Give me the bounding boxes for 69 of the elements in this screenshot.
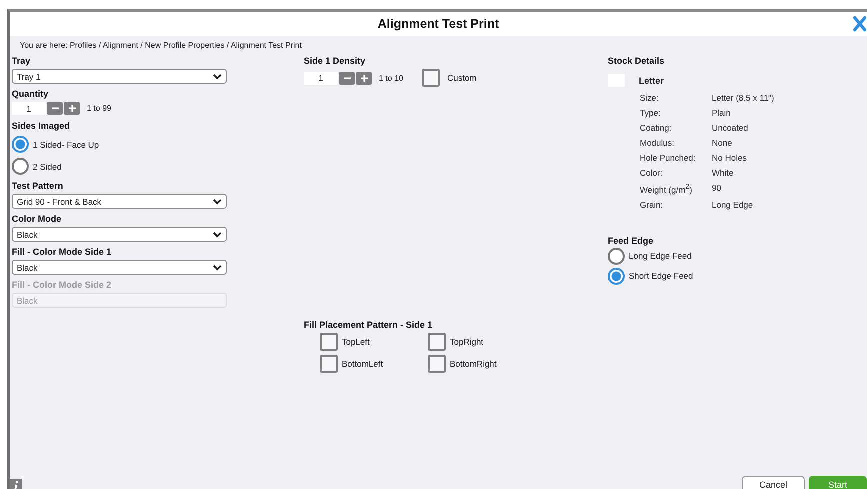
plus-button[interactable]: [64, 102, 80, 115]
detail-value: Letter (8.5 x 11"): [712, 93, 776, 103]
checkbox-label: BottomLeft: [342, 359, 384, 369]
checkbox-label: Custom: [447, 73, 477, 83]
chevron-icon: [213, 264, 222, 270]
cancel-button[interactable]: Cancel: [742, 476, 805, 489]
breadcrumb: You are here: Profiles / Alignment / New Profile Properties / Alignment Test Print: [20, 41, 303, 50]
checkbox[interactable]: [320, 355, 338, 373]
detail-value: Plain: [712, 108, 732, 118]
checkbox[interactable]: [428, 333, 446, 351]
detail-label: Modulus:: [640, 138, 676, 148]
detail-label: Size:: [640, 93, 660, 103]
radio-label: 2 Sided: [33, 162, 62, 172]
checkbox[interactable]: [428, 355, 446, 373]
radio-label: Short Edge Feed: [629, 271, 694, 282]
field-label: Fill - Color Mode Side 2: [12, 280, 113, 290]
plus-button[interactable]: [356, 72, 372, 84]
detail-value: 90: [712, 183, 722, 195]
number-field[interactable]: 1: [304, 72, 338, 84]
window-title: Alignment Test Print: [378, 17, 500, 31]
detail-label: Weight (g/m$^{2}$): [640, 183, 694, 195]
plus-icon: [360, 74, 368, 82]
checkbox-label: TopLeft: [342, 337, 370, 347]
radio-label: Long Edge Feed: [629, 251, 692, 262]
radio-button[interactable]: [12, 136, 29, 153]
field-label: Feed Edge: [608, 236, 655, 246]
number-field[interactable]: 1: [12, 102, 46, 115]
detail-value: Uncoated: [712, 123, 750, 133]
detail-label: Hole Punched:: [640, 153, 697, 163]
radio-button[interactable]: [608, 248, 625, 265]
chevron-icon: [213, 232, 222, 238]
plus-icon: [68, 104, 76, 113]
detail-value: No Holes: [712, 153, 748, 163]
checkbox-label: TopRight: [450, 337, 484, 347]
minus-button[interactable]: [47, 102, 63, 115]
field-label: Sides Imaged: [12, 121, 72, 131]
detail-label: Color:: [640, 168, 664, 178]
field-label: Test Pattern: [12, 181, 64, 191]
detail-value: Long Edge: [712, 200, 754, 210]
section-heading: Stock Details: [608, 56, 666, 66]
chevron-icon: [213, 74, 222, 80]
field-label: Side 1 Density: [304, 56, 367, 66]
chevron-icon: [213, 198, 222, 204]
field-label: Quantity: [12, 89, 50, 99]
radio-button[interactable]: [608, 268, 625, 285]
checkbox[interactable]: [422, 69, 440, 87]
checkbox[interactable]: [320, 333, 338, 351]
dropdown[interactable]: Grid 90 - Front & Back: [12, 194, 227, 209]
dropdown[interactable]: Black: [12, 227, 227, 242]
detail-label: Grain:: [640, 200, 664, 210]
dropdown[interactable]: Tray 1: [12, 69, 227, 84]
dropdown[interactable]: Black: [12, 260, 227, 275]
field-label: Tray: [12, 56, 32, 66]
radio-label: 1 Sided- Face Up: [33, 140, 100, 150]
detail-label: Coating:: [640, 123, 673, 133]
field-label: Color Mode: [12, 214, 62, 224]
detail-value: White: [712, 168, 735, 178]
field-label: Fill - Color Mode Side 1: [12, 247, 113, 257]
checkbox-label: BottomRight: [450, 359, 497, 369]
radio-button[interactable]: [12, 158, 29, 175]
info-icon[interactable]: [10, 479, 22, 489]
range-hint: 1 to 10: [379, 74, 404, 82]
close-icon[interactable]: [853, 16, 867, 32]
field-label: Fill Placement Pattern - Side 1: [304, 320, 434, 330]
detail-label: Type:: [640, 108, 662, 118]
stock-name: Letter: [639, 76, 664, 86]
minus-button[interactable]: [339, 72, 355, 84]
detail-value: None: [712, 138, 734, 148]
range-hint: 1 to 99: [87, 104, 112, 113]
